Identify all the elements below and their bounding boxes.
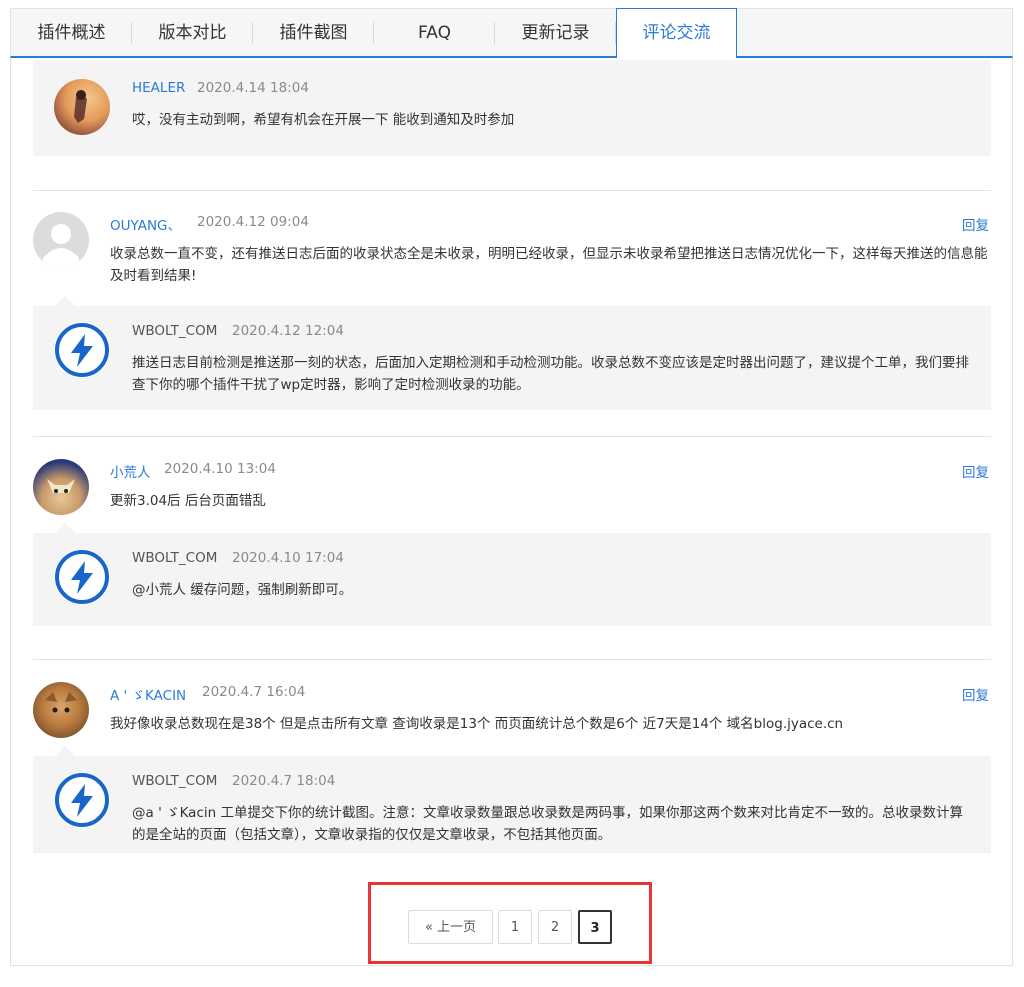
- comment-text: 收录总数一直不变，还有推送日志后面的收录状态全是未收录，明明已经收录，但显示未收…: [110, 246, 988, 284]
- comment-author[interactable]: A ' ゞKACIN: [110, 684, 186, 704]
- highlight-box: [368, 882, 652, 964]
- tab-screenshots[interactable]: 插件截图: [253, 9, 374, 57]
- reply-date: 2020.4.12 12:04: [232, 323, 344, 339]
- comment-date: 2020.4.10 13:04: [164, 461, 276, 477]
- reply-text: @a ' ゞKacin 工单提交下你的统计截图。注意：文章收录数量跟总收录数是两…: [132, 805, 963, 843]
- divider: [33, 436, 991, 437]
- wbolt-logo-icon: [54, 549, 110, 605]
- reply-text: @小荒人 缓存问题，强制刷新即可。: [132, 582, 353, 598]
- tab-faq[interactable]: FAQ: [374, 9, 495, 57]
- reply-date: 2020.4.7 18:04: [232, 773, 336, 789]
- comment-item: [33, 60, 991, 156]
- comment-date: 2020.4.14 18:04: [197, 80, 309, 96]
- user-avatar: [33, 459, 89, 515]
- comment-author[interactable]: 小荒人: [110, 461, 151, 481]
- divider: [33, 659, 991, 660]
- reply-link[interactable]: 回复: [962, 684, 989, 704]
- comment-text: 我好像收录总数现在是38个 但是点击所有文章 查询收录是13个 而页面统计总个数…: [110, 716, 844, 732]
- reply-link[interactable]: 回复: [962, 461, 989, 481]
- tab-overview[interactable]: 插件概述: [11, 9, 132, 57]
- tab-bar: 插件概述 版本对比 插件截图 FAQ 更新记录 评论交流: [10, 8, 1013, 58]
- reply-author: WBOLT_COM: [132, 323, 218, 339]
- user-avatar: [33, 682, 89, 738]
- comment-author[interactable]: OUYANG、: [110, 214, 181, 234]
- reply-link[interactable]: 回复: [962, 214, 989, 234]
- wbolt-logo-icon: [54, 772, 110, 828]
- comment-text: 更新3.04后 后台页面错乱: [110, 493, 266, 509]
- reply-author: WBOLT_COM: [132, 773, 218, 789]
- comment-date: 2020.4.12 09:04: [197, 214, 309, 230]
- reply-text: 推送日志目前检测是推送那一刻的状态，后面加入定期检测和手动检测功能。收录总数不变…: [132, 355, 969, 393]
- reply-date: 2020.4.10 17:04: [232, 550, 344, 566]
- divider: [33, 190, 991, 191]
- default-avatar-icon: [33, 212, 89, 268]
- comment-date: 2020.4.7 16:04: [202, 684, 306, 700]
- tab-changelog[interactable]: 更新记录: [495, 9, 616, 57]
- reply-author: WBOLT_COM: [132, 550, 218, 566]
- tab-comments[interactable]: 评论交流: [616, 8, 737, 58]
- tab-version-compare[interactable]: 版本对比: [132, 9, 253, 57]
- comment-text: 哎，没有主动到啊，希望有机会在开展一下 能收到通知及时参加: [132, 112, 515, 128]
- wbolt-logo-icon: [54, 322, 110, 378]
- user-avatar: [54, 79, 110, 135]
- comment-author[interactable]: HEALER: [132, 80, 185, 96]
